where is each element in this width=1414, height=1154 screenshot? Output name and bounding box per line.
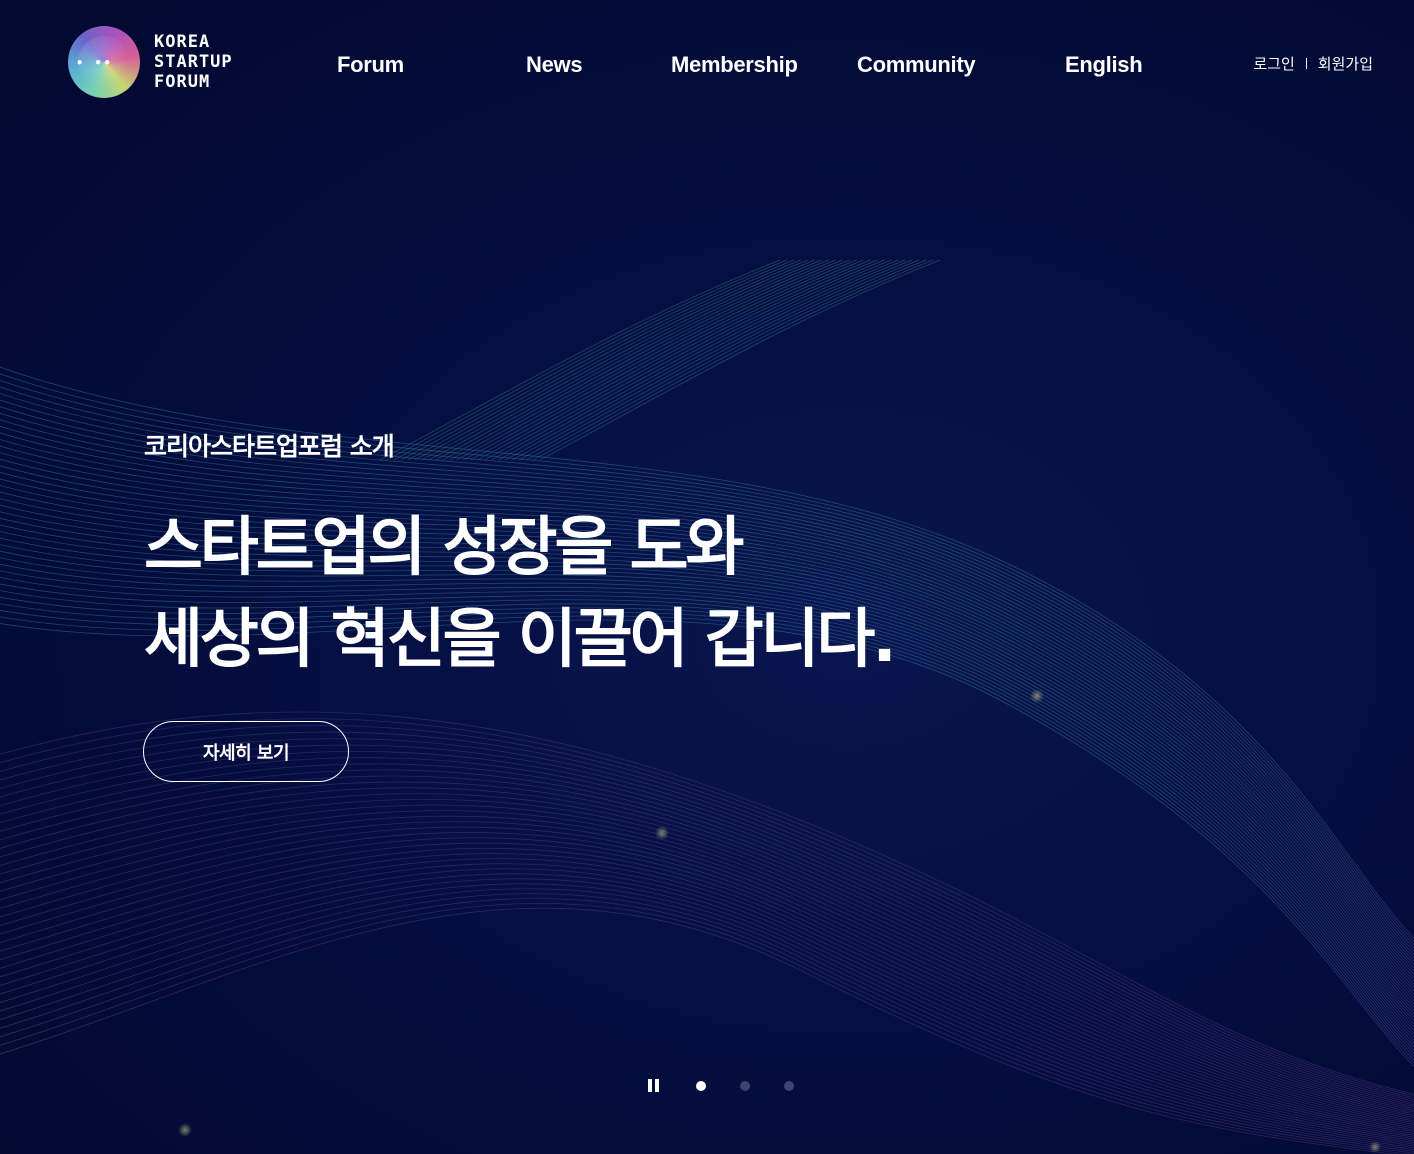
slider-controls bbox=[646, 1076, 806, 1096]
nav-item-news[interactable]: News bbox=[526, 52, 583, 78]
logo-dots-icon: • •• bbox=[76, 56, 113, 70]
login-link[interactable]: 로그인 bbox=[1253, 53, 1294, 74]
nav-item-community[interactable]: Community bbox=[857, 52, 976, 78]
hero-headline-line-1: 스타트업의 성장을 도와 bbox=[144, 511, 744, 585]
nav-item-forum[interactable]: Forum bbox=[337, 52, 404, 78]
nav-item-english[interactable]: English bbox=[1065, 52, 1143, 78]
logo-line-1: KOREA bbox=[154, 32, 211, 52]
hero-section: • •• KOREA STARTUP FORUM Forum News Memb… bbox=[0, 0, 1414, 1154]
nav-item-membership[interactable]: Membership bbox=[671, 52, 798, 78]
pause-icon[interactable] bbox=[646, 1079, 662, 1093]
auth-divider bbox=[1305, 58, 1307, 69]
auth-links: 로그인 회원가입 bbox=[1253, 53, 1373, 74]
hero-headline-line-2: 세상의 혁신을 이끌어 갑니다. bbox=[144, 603, 897, 677]
logo-line-3: FORUM bbox=[154, 72, 211, 92]
site-header: • •• KOREA STARTUP FORUM Forum News Memb… bbox=[0, 0, 1414, 130]
signup-link[interactable]: 회원가입 bbox=[1318, 53, 1373, 74]
slider-dot-3[interactable] bbox=[784, 1081, 794, 1091]
logo-line-2: STARTUP bbox=[154, 52, 233, 72]
site-logo[interactable]: • •• KOREA STARTUP FORUM bbox=[68, 26, 238, 100]
hero-subtitle: 코리아스타트업포럼 소개 bbox=[144, 432, 395, 461]
slider-dot-2[interactable] bbox=[740, 1081, 750, 1091]
more-details-button[interactable]: 자세히 보기 bbox=[143, 721, 349, 782]
logo-text: KOREA STARTUP FORUM bbox=[154, 32, 233, 92]
hero-headline: 스타트업의 성장을 도와 세상의 혁신을 이끌어 갑니다. bbox=[144, 502, 897, 686]
slider-dot-1[interactable] bbox=[696, 1081, 706, 1091]
